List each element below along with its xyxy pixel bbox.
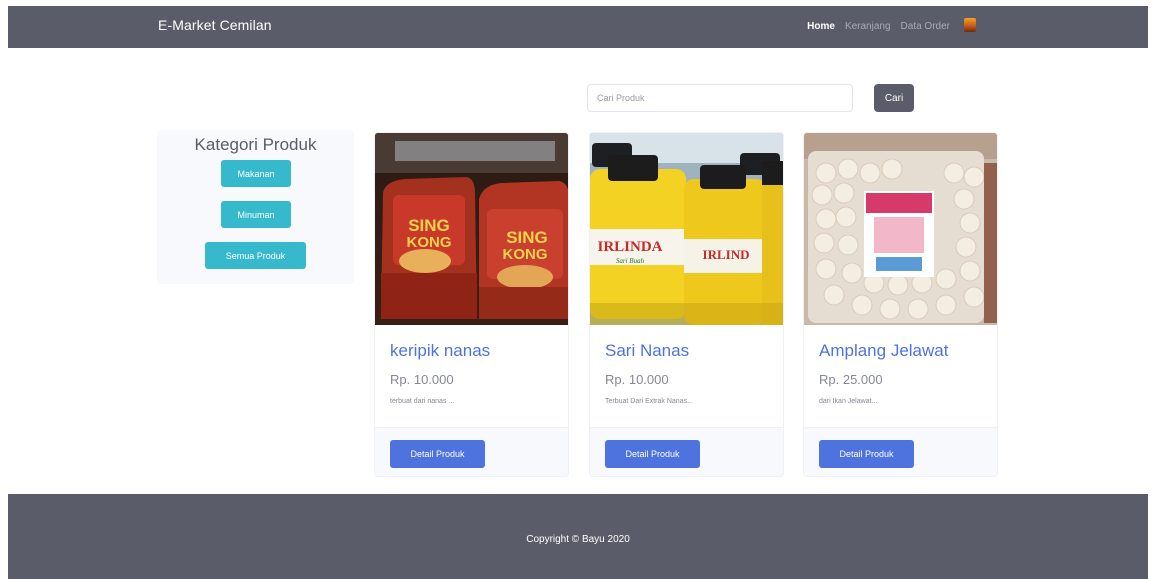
svg-text:Sari Buah: Sari Buah	[616, 257, 645, 265]
navbar: E-Market Cemilan Home Keranjang Data Ord…	[8, 6, 1148, 48]
svg-text:KONG: KONG	[503, 246, 548, 263]
product-image-amplang[interactable]	[804, 133, 997, 325]
product-title[interactable]: Amplang Jelawat	[819, 341, 948, 361]
card-footer: Detail Produk	[804, 427, 997, 476]
product-description: Terbuat Dari Extrak Nanas...	[605, 398, 693, 405]
nav-link-keranjang[interactable]: Keranjang	[845, 21, 891, 32]
product-price: Rp. 10.000	[605, 372, 669, 387]
product-image-keripik[interactable]: SING KONG SING KONG	[375, 133, 568, 325]
nav-links: Home Keranjang Data Order	[807, 18, 976, 33]
svg-text:KONG: KONG	[407, 234, 452, 251]
nav-link-home[interactable]: Home	[807, 21, 835, 32]
product-price: Rp. 10.000	[390, 372, 454, 387]
svg-text:SING: SING	[408, 216, 450, 235]
category-title: Kategori Produk	[194, 135, 317, 154]
product-description: terbuat dari nanas ...	[390, 398, 455, 405]
product-image-sari-nanas[interactable]: IRLINDA Sari Buah IRLIND	[590, 133, 783, 325]
category-button-makanan[interactable]: Makanan	[221, 160, 291, 187]
nav-link-data-order[interactable]: Data Order	[901, 21, 950, 32]
footer: Copyright © Bayu 2020	[8, 494, 1148, 579]
product-card: SING KONG SING KONG keripik nanas Rp. 10…	[374, 132, 569, 477]
card-footer: Detail Produk	[375, 427, 568, 476]
product-card: Amplang Jelawat Rp. 25.000 dari Ikan Jel…	[803, 132, 998, 477]
search-button[interactable]: Cari	[874, 84, 914, 112]
detail-product-button[interactable]: Detail Produk	[819, 440, 914, 468]
page-frame: E-Market Cemilan Home Keranjang Data Ord…	[8, 6, 1148, 579]
card-footer: Detail Produk	[590, 427, 783, 476]
category-button-semua-produk[interactable]: Semua Produk	[205, 242, 306, 269]
user-avatar-icon[interactable]	[964, 18, 976, 32]
svg-text:SING: SING	[506, 228, 548, 247]
svg-text:IRLIND: IRLIND	[703, 247, 750, 262]
category-button-minuman[interactable]: Minuman	[221, 201, 291, 228]
product-title[interactable]: keripik nanas	[390, 341, 490, 361]
detail-product-button[interactable]: Detail Produk	[390, 440, 485, 468]
svg-text:IRLINDA: IRLINDA	[597, 239, 662, 255]
category-sidebar: Kategori Produk Makanan Minuman Semua Pr…	[157, 130, 354, 284]
copyright-text: Copyright © Bayu 2020	[526, 534, 630, 545]
brand-link[interactable]: E-Market Cemilan	[158, 17, 272, 33]
product-price: Rp. 25.000	[819, 372, 883, 387]
product-card: IRLINDA Sari Buah IRLIND Sari Nanas Rp. …	[589, 132, 784, 477]
search-input[interactable]	[587, 84, 853, 112]
product-description: dari Ikan Jelawat...	[819, 398, 878, 405]
detail-product-button[interactable]: Detail Produk	[605, 440, 700, 468]
product-title[interactable]: Sari Nanas	[605, 341, 689, 361]
